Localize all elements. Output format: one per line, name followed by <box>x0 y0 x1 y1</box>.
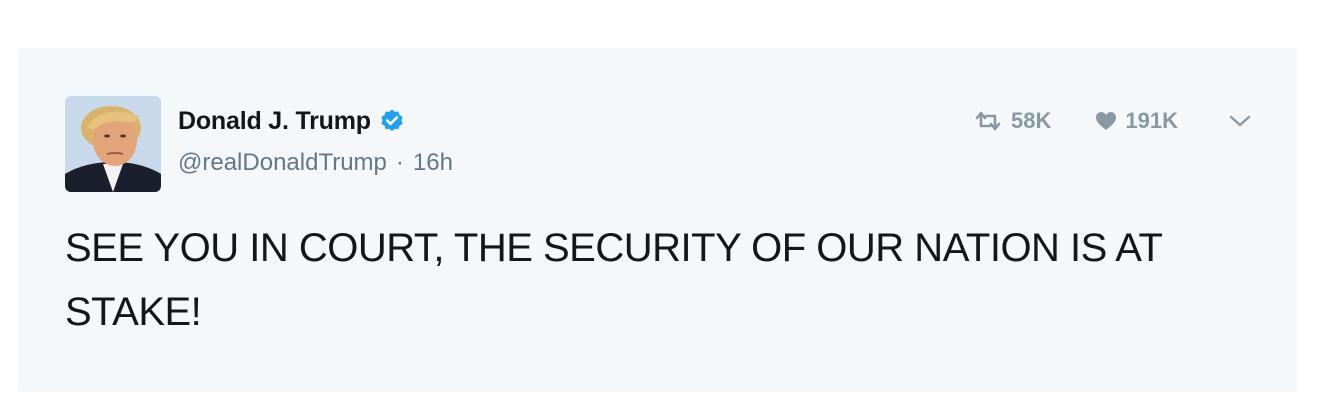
tweet-card[interactable]: Donald J. Trump @realDonaldTrump · 16h 5… <box>18 48 1297 392</box>
more-options-button[interactable] <box>1228 113 1252 129</box>
like-count: 191K <box>1125 108 1178 133</box>
author-name-row: Donald J. Trump <box>178 106 405 136</box>
separator-dot: · <box>395 149 404 176</box>
handle-row: @realDonaldTrump · 16h <box>178 148 453 178</box>
author-handle[interactable]: @realDonaldTrump <box>178 149 387 177</box>
verified-badge-icon <box>379 108 405 134</box>
tweet-timestamp[interactable]: 16h <box>413 149 453 177</box>
avatar-portrait-image <box>65 96 161 192</box>
like-button[interactable]: 191K <box>1095 108 1178 134</box>
tweet-actions: 58K 191K <box>973 106 1252 136</box>
avatar[interactable] <box>65 96 161 192</box>
tweet-text: SEE YOU IN COURT, THE SECURITY OF OUR NA… <box>65 226 1162 334</box>
author-name[interactable]: Donald J. Trump <box>178 107 371 136</box>
retweet-button[interactable]: 58K <box>973 108 1051 134</box>
chevron-down-icon <box>1229 115 1251 127</box>
retweet-icon <box>975 111 1001 131</box>
heart-icon <box>1096 112 1117 130</box>
retweet-count: 58K <box>1011 108 1052 133</box>
